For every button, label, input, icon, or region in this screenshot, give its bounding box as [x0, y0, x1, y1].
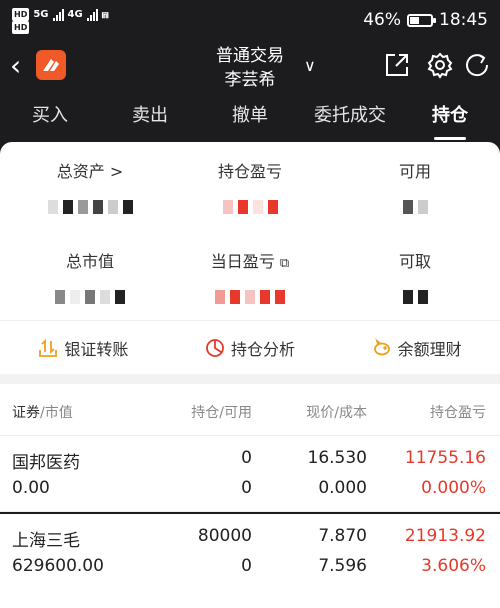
battery-icon [407, 13, 436, 27]
wifi-icon: ⩎ [101, 7, 109, 21]
holding-pl-cell: 持仓盈亏 [180, 158, 320, 214]
tab-buy[interactable]: 买入 [0, 96, 100, 140]
total-assets-label: 总资产 > [56, 162, 124, 181]
position-qty: 80000 [197, 526, 252, 546]
battery-percent: 46% [363, 10, 401, 30]
piggy-bank-icon [372, 337, 392, 358]
trade-tabs: 买入 卖出 撤单 委托成交 持仓 [0, 96, 500, 140]
withdrawable-label: 可取 [398, 252, 431, 271]
daily-pl-cell[interactable]: 当日盈亏 ⧉ [180, 248, 320, 304]
daily-pl-label: 当日盈亏 ⧉ [210, 252, 290, 271]
nav-bar: ‹ 普通交易 李芸希 ∨ [0, 42, 500, 94]
holding-pl: 21913.92 [404, 526, 486, 546]
balance-finance-label: 余额理财 [397, 339, 462, 359]
net-type-2: 4G [67, 9, 83, 20]
net-type-1: 5G [33, 9, 49, 20]
current-price: 16.530 [307, 448, 367, 468]
transfer-icon [38, 338, 58, 358]
quick-actions: 银证转账 持仓分析 余额理财 [0, 320, 500, 374]
current-price: 7.870 [318, 526, 367, 546]
transfer-label: 银证转账 [64, 339, 129, 359]
col-position-header[interactable]: 持仓/可用 [191, 402, 252, 422]
positions-table-header: 证券/市值 持仓/可用 现价/成本 持仓盈亏 [0, 384, 500, 436]
tab-cancel[interactable]: 撤单 [200, 96, 300, 140]
available-label: 可用 [398, 162, 431, 181]
masked-value [350, 200, 480, 214]
cost-price: 0.000 [318, 478, 367, 498]
clock: 18:45 [439, 10, 488, 30]
account-switcher[interactable]: 普通交易 李芸希 [200, 44, 300, 92]
account-name: 李芸希 [224, 70, 276, 90]
holding-pl-label: 持仓盈亏 [217, 162, 282, 181]
holding-pl-percent: 0.000% [421, 478, 486, 498]
chevron-down-icon[interactable]: ∨ [304, 56, 316, 75]
security-name: 国邦医药 [12, 453, 80, 473]
holding-pl-percent: 3.606% [421, 556, 486, 576]
hd-badge-2: HD [12, 21, 30, 34]
section-divider [0, 374, 500, 384]
masked-value [180, 290, 320, 304]
signal-icon [86, 8, 98, 21]
page-title: 普通交易 [216, 46, 284, 66]
balance-finance-button[interactable]: 余额理财 [333, 321, 500, 374]
tab-orders[interactable]: 委托成交 [300, 96, 400, 140]
masked-value [20, 200, 160, 214]
available-qty: 0 [241, 556, 252, 576]
col-price-header[interactable]: 现价/成本 [306, 402, 367, 422]
position-analysis-label: 持仓分析 [231, 339, 296, 359]
app-logo-icon [36, 50, 66, 80]
col-security-header[interactable]: 证券/市值 [12, 402, 73, 422]
table-row[interactable]: 国邦医药 0.00 0 0 16.530 0.000 11755.16 0.00… [0, 436, 500, 512]
transfer-button[interactable]: 银证转账 [0, 321, 167, 374]
market-value: 0.00 [12, 478, 50, 498]
market-value-label: 总市值 [65, 252, 114, 271]
back-icon[interactable]: ‹ [10, 52, 21, 80]
gear-icon[interactable] [425, 50, 455, 80]
hd-badge-1: HD [12, 8, 30, 21]
table-row[interactable]: 上海三毛 629600.00 80000 0 7.870 7.596 21913… [0, 514, 500, 608]
available-qty: 0 [241, 478, 252, 498]
external-link-icon: ⧉ [279, 256, 290, 271]
col-pl-header[interactable]: 持仓盈亏 [406, 402, 486, 422]
masked-value [350, 290, 480, 304]
refresh-icon[interactable] [462, 50, 492, 80]
status-bar: HD 5G 4G ⩎ HD 46% 18:45 [0, 0, 500, 42]
holding-pl: 11755.16 [404, 448, 486, 468]
masked-value [180, 200, 320, 214]
signal-icon [52, 8, 64, 21]
cost-price: 7.596 [318, 556, 367, 576]
available-cell: 可用 [350, 158, 480, 214]
security-name: 上海三毛 [12, 531, 80, 551]
position-analysis-button[interactable]: 持仓分析 [167, 321, 334, 374]
total-assets-cell[interactable]: 总资产 > [20, 158, 160, 214]
position-qty: 0 [241, 448, 252, 468]
masked-value [20, 290, 160, 304]
pie-chart-icon [205, 338, 225, 358]
network-indicators: HD 5G 4G ⩎ HD [12, 8, 108, 34]
share-icon[interactable] [382, 50, 412, 80]
tab-positions[interactable]: 持仓 [400, 96, 500, 140]
market-value: 629600.00 [12, 556, 104, 576]
tab-sell[interactable]: 卖出 [100, 96, 200, 140]
market-value-cell: 总市值 [20, 248, 160, 304]
withdrawable-cell: 可取 [350, 248, 480, 304]
